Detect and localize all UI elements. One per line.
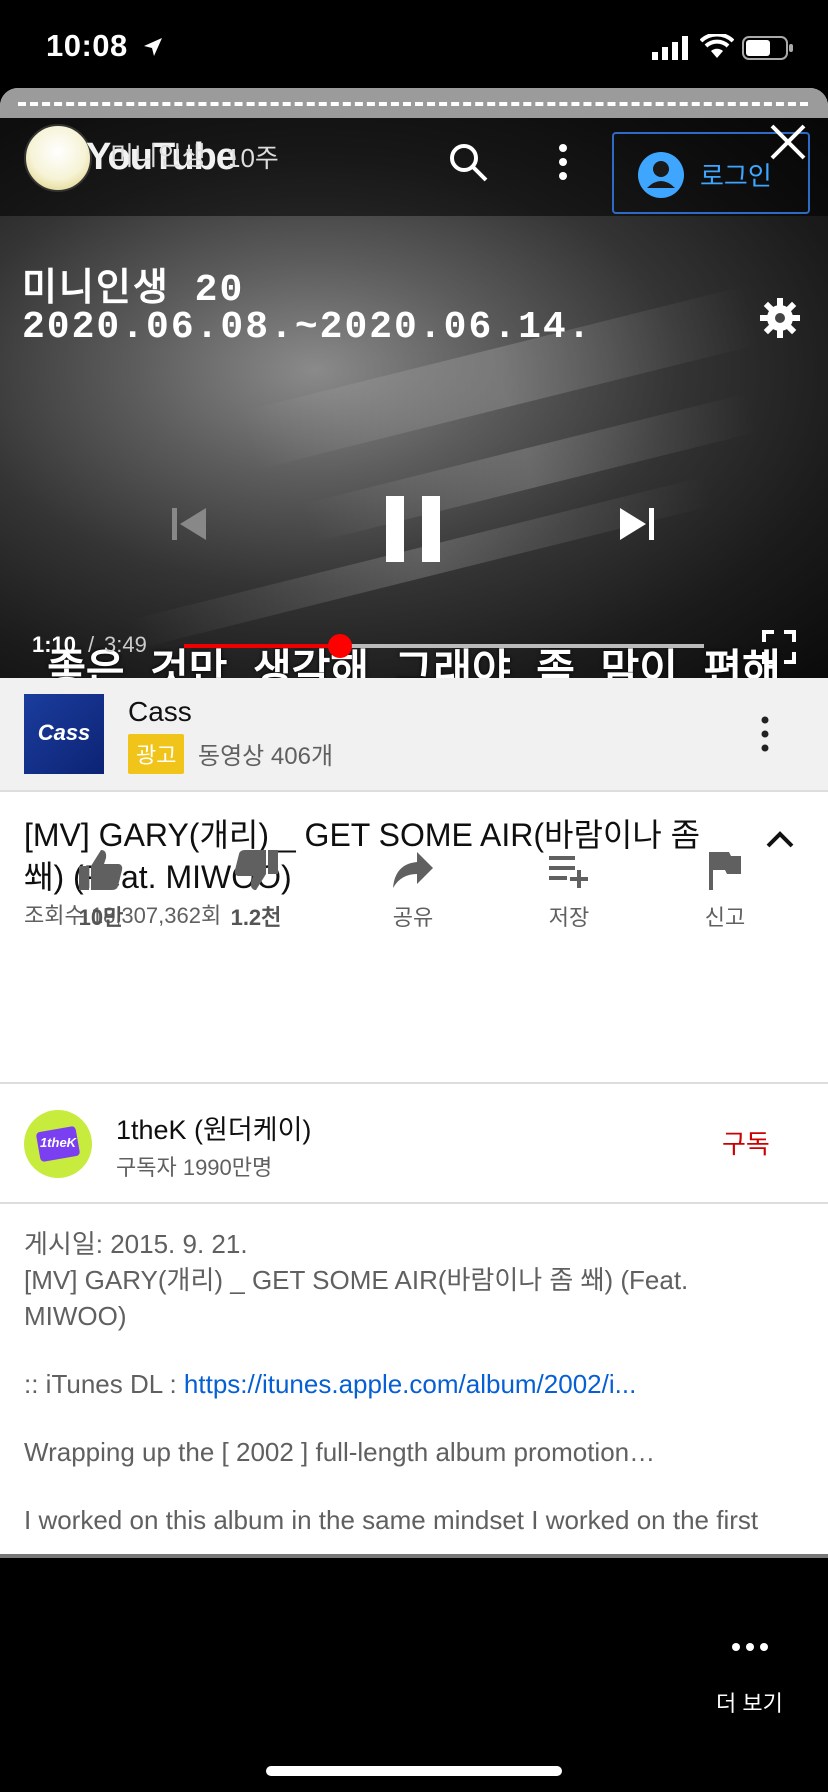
video-sheet: YouTube 미니인생 10주 로그인 미니인생 20 2020.06.08.… [0,88,828,1558]
previous-icon[interactable] [166,502,210,546]
channel-avatar[interactable]: 1theK [24,1110,92,1178]
dislike-count: 1.2천 [230,905,282,930]
channel-subscribers: 구독자 1990만명 [116,1155,273,1180]
ad-badge: 광고 [128,734,185,774]
channel-divider [0,1202,828,1204]
playlist-progress-dashes [18,102,808,106]
more-label[interactable]: 더 보기 [716,1686,783,1718]
location-arrow-icon [144,38,162,56]
status-time: 10:08 [46,28,128,63]
player-controls: 1:10 / 3:49 [0,618,828,678]
wifi-icon [700,34,734,58]
ad-name: Cass [128,696,192,727]
seek-thumb[interactable] [328,634,352,658]
next-icon[interactable] [616,502,660,546]
overlay-date-range: 2020.06.08.~2020.06.14. [22,306,593,349]
overlay-title: 미니인생 20 [22,269,245,312]
more-vertical-icon[interactable] [548,140,578,184]
ad-thumbnail-text: Cass [37,720,91,745]
description-para-1: Wrapping up the [ 2002 ] full-length alb… [24,1437,656,1467]
search-icon[interactable] [446,140,490,184]
save-label: 저장 [548,905,590,930]
thumbs-up-icon [79,850,123,890]
itunes-line: :: iTunes DL : https://itunes.apple.com/… [24,1366,784,1402]
share-label: 공유 [392,905,434,930]
description: 게시일: 2015. 9. 21. [MV] GARY(개리) _ GET SO… [24,1226,784,1544]
sheet-bottom-edge [0,1554,828,1558]
ad-row[interactable]: Cass Cass 광고 동영상 406개 [0,678,828,792]
seek-bar-played [184,644,340,648]
subscribe-button[interactable]: 구독 [722,1124,770,1161]
itunes-link[interactable]: https://itunes.apple.com/album/2002/i... [184,1369,636,1399]
pause-icon[interactable] [382,496,444,562]
share-icon [393,852,433,888]
posted-date: 게시일: 2015. 9. 21. [24,1229,248,1259]
player-top-bar: YouTube 미니인생 10주 로그인 [0,118,828,216]
description-title: [MV] GARY(개리) _ GET SOME AIR(바람이나 좀 쐐) (… [24,1265,689,1331]
video-player[interactable]: YouTube 미니인생 10주 로그인 미니인생 20 2020.06.08.… [0,118,828,678]
time-separator: / [88,632,95,657]
itunes-prefix: :: iTunes DL : [24,1369,184,1399]
playlist-thumbnail[interactable] [24,124,92,192]
flag-icon [709,852,741,890]
account-icon [638,152,684,198]
ad-video-count: 동영상 406개 [198,743,334,770]
like-count: 10만 [78,905,124,930]
ad-thumbnail[interactable]: Cass [24,694,104,774]
thumbs-down-icon [234,850,278,890]
playlist-week-label: 10주 [226,143,279,173]
home-indicator[interactable] [266,1766,562,1776]
save-button[interactable]: 저장 [514,848,624,932]
channel-avatar-text: 1theK [39,1135,77,1150]
report-label: 신고 [704,905,746,930]
playlist-add-icon [549,856,588,888]
description-para-2: I worked on this album in the same minds… [24,1505,759,1544]
login-label: 로그인 [700,161,772,191]
battery-icon [742,36,793,60]
time-current: 1:10 [32,632,77,657]
dislike-button[interactable]: 1.2천 [201,848,311,932]
time-total: 3:49 [104,632,147,657]
channel-name[interactable]: 1theK (원더케이) [116,1108,311,1147]
actions-divider [0,1082,828,1084]
close-icon[interactable] [768,122,808,162]
ad-more-icon[interactable] [758,714,772,754]
cellular-signal-icon [652,36,688,60]
like-button[interactable]: 10만 [46,848,156,932]
share-button[interactable]: 공유 [358,848,468,932]
playlist-title: 미니인생 [110,141,206,171]
fullscreen-icon[interactable] [762,630,796,664]
settings-gear-icon[interactable] [758,296,802,340]
report-button[interactable]: 신고 [670,848,780,932]
more-horizontal-icon[interactable] [730,1640,770,1654]
